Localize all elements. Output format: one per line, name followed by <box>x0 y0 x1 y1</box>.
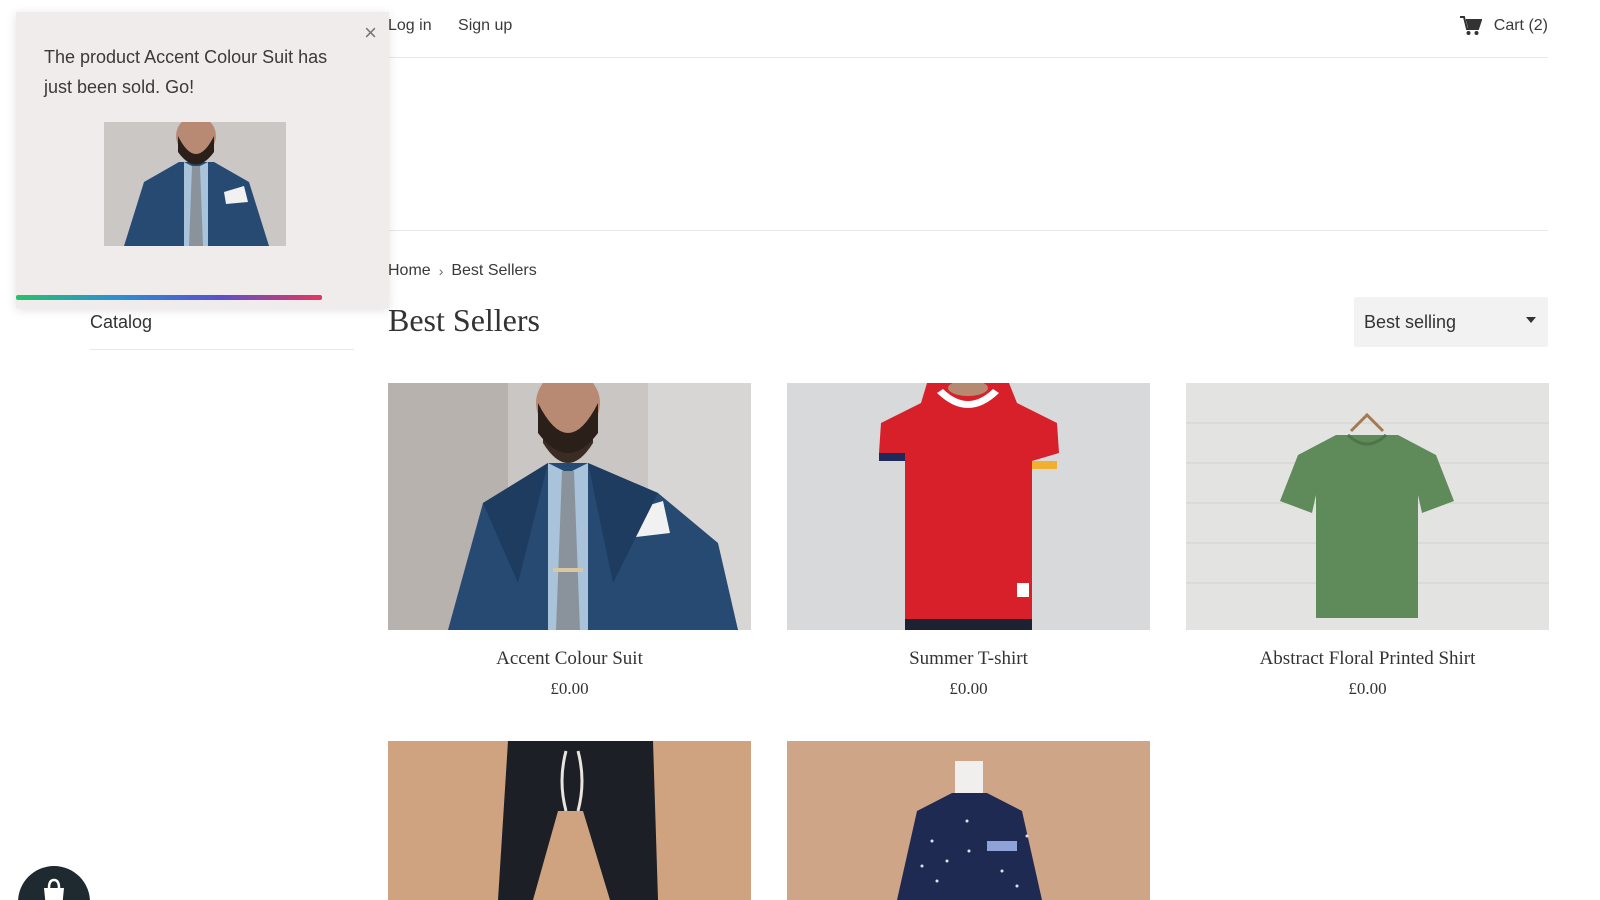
shopping-bag-icon <box>44 878 64 900</box>
product-price: £0.00 <box>949 679 988 698</box>
chevron-down-icon <box>1526 317 1536 323</box>
popup-message: The product Accent Colour Suit has just … <box>44 47 328 97</box>
breadcrumb-current: Best Sellers <box>451 262 537 279</box>
product-image[interactable] <box>787 383 1150 630</box>
product-card[interactable] <box>787 741 1150 900</box>
page-title: Best Sellers <box>388 302 540 338</box>
cart-link[interactable]: Cart (2) <box>1459 16 1548 36</box>
product-price: £0.00 <box>1348 679 1387 698</box>
popup-product-image[interactable] <box>104 122 286 246</box>
signup-link[interactable]: Sign up <box>458 17 512 34</box>
cart-label: Cart (2) <box>1493 17 1548 34</box>
sort-select-value: Best selling <box>1364 311 1457 332</box>
breadcrumb-home[interactable]: Home <box>388 262 431 280</box>
site-header: Log in Sign up Cart (2) <box>388 0 1548 58</box>
product-card[interactable]: Accent Colour Suit £0.00 <box>388 383 751 699</box>
product-image[interactable] <box>1186 383 1549 630</box>
close-icon[interactable]: × <box>364 20 377 46</box>
product-card[interactable]: Summer T-shirt £0.00 <box>787 383 1150 699</box>
product-name[interactable]: Accent Colour Suit <box>388 648 751 670</box>
product-name[interactable]: Abstract Floral Printed Shirt <box>1186 648 1549 670</box>
product-card[interactable]: Abstract Floral Printed Shirt £0.00 <box>1186 383 1549 699</box>
cart-icon <box>1459 16 1482 35</box>
product-image[interactable] <box>388 741 751 900</box>
sales-notification-popup[interactable]: × The product Accent Colour Suit has jus… <box>16 12 389 308</box>
popup-progress-bar <box>16 295 322 300</box>
shopify-badge[interactable] <box>18 866 90 900</box>
product-card[interactable] <box>388 741 751 900</box>
product-price: £0.00 <box>550 679 589 698</box>
account-links: Log in Sign up <box>388 17 534 35</box>
sidebar-item-catalog[interactable]: Catalog <box>90 312 354 350</box>
sort-select[interactable]: Best selling <box>1354 297 1548 347</box>
breadcrumb-separator: › <box>438 263 444 279</box>
header-banner <box>388 58 1548 231</box>
product-name[interactable]: Summer T-shirt <box>787 648 1150 670</box>
product-image[interactable] <box>787 741 1150 900</box>
product-image[interactable] <box>388 383 751 630</box>
breadcrumb: Home › Best Sellers <box>388 262 537 280</box>
login-link[interactable]: Log in <box>388 17 432 34</box>
